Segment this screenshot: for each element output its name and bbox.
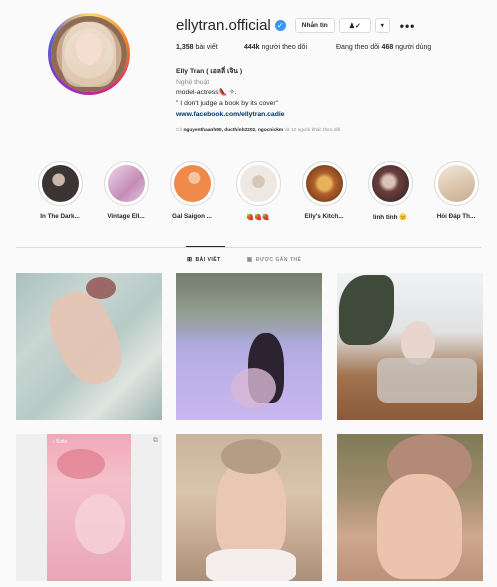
grid-icon: ⊞ (187, 257, 193, 263)
followed-by-suffix: và 10 người khác theo dõi (284, 128, 341, 133)
highlight-label: Elly's Kitch... (304, 213, 344, 220)
tab-tagged-label: ĐƯỢC GẮN THẺ (255, 256, 302, 263)
full-name: Elly Tran ( เอลลี่ เจิน ) (176, 68, 243, 75)
tab-posts[interactable]: ⊞ BÀI VIẾT (187, 256, 221, 264)
profile-avatar[interactable] (48, 13, 130, 95)
posts-label: bài viết (195, 44, 218, 51)
tagged-icon: ▣ (246, 257, 253, 263)
highlight-item[interactable]: In The Dark... (27, 161, 93, 221)
active-tab-indicator (186, 246, 225, 247)
highlight-cover (41, 165, 79, 202)
highlight-label: In The Dark... (40, 213, 80, 220)
post-thumbnail[interactable] (176, 273, 322, 420)
highlight-item[interactable]: linh tinh 😐 (357, 161, 423, 221)
post-thumbnail[interactable] (337, 273, 483, 420)
followers-count: 444k (244, 44, 260, 51)
highlight-cover (239, 165, 277, 202)
suggested-dropdown-button[interactable]: ▾ (374, 18, 390, 33)
following-stat[interactable]: Đang theo dõi 468 người dùng (336, 44, 431, 51)
highlight-label: linh tinh 😐 (372, 214, 408, 221)
post-thumbnail[interactable] (176, 434, 322, 581)
bio-line: model-actress👠 ✧. (176, 89, 237, 96)
highlight-label: Gal Saigon ... (172, 213, 212, 220)
message-button[interactable]: Nhắn tin (294, 18, 335, 33)
highlight-item[interactable]: Elly's Kitch... (291, 161, 357, 221)
followed-by[interactable]: Có nguyenthaanh90, ducthinh2202, ngocnic… (176, 128, 340, 133)
profile-tabs: ⊞ BÀI VIẾT ▣ ĐƯỢC GẮN THẺ (187, 256, 302, 264)
followed-by-prefix: Có (176, 128, 183, 133)
bio-quote: " I don't judge a book by its cover" (176, 99, 279, 107)
post-thumbnail[interactable]: ♪ Sofia ⧉ (16, 434, 162, 581)
highlight-item[interactable]: Gal Saigon ... (159, 161, 225, 221)
profile-header: ellytran.official ✓ Nhắn tin ♟✓ ▾ ••• (176, 17, 415, 34)
following-prefix: Đang theo dõi (336, 44, 380, 51)
highlight-item[interactable]: Vintage Ell... (93, 161, 159, 221)
highlight-item[interactable]: Hỏi Đáp Th... (423, 161, 489, 221)
post-thumbnail[interactable] (337, 434, 483, 581)
highlight-cover (437, 165, 475, 202)
verified-badge-icon: ✓ (274, 20, 286, 31)
highlight-label: 🍓🍓🍓 (246, 214, 270, 221)
profile-stats: 1,358 bài viết 444k người theo dõi Đang … (176, 44, 431, 51)
tab-tagged[interactable]: ▣ ĐƯỢC GẮN THẺ (246, 256, 302, 264)
username: ellytran.official (176, 17, 271, 34)
tabs-divider (16, 247, 481, 248)
posts-count: 1,358 (176, 44, 194, 51)
following-count: 468 (381, 44, 394, 51)
category-label: Nghệ thuật (176, 78, 210, 86)
reel-audio-label: ♪ Sofia (52, 439, 68, 445)
followed-by-names: nguyenthaanh90, ducthinh2202, ngocnickm (183, 128, 284, 133)
bio-link[interactable]: www.facebook.com/ellytran.cadie (176, 110, 285, 121)
highlight-item[interactable]: 🍓🍓🍓 (225, 161, 291, 221)
followers-label: người theo dõi (261, 44, 308, 51)
reel-icon: ⧉ (153, 437, 158, 444)
followers-stat[interactable]: 444k người theo dõi (244, 44, 336, 51)
highlight-cover (371, 165, 409, 202)
options-icon[interactable]: ••• (400, 20, 416, 32)
profile-bio: Elly Tran ( เอลลี่ เจิน ) Nghệ thuật mod… (176, 67, 285, 121)
story-highlights: In The Dark... Vintage Ell... Gal Saigon… (27, 161, 489, 221)
posts-stat: 1,358 bài viết (176, 44, 244, 51)
following-label: người dùng (395, 44, 432, 51)
avatar-image (51, 16, 127, 92)
following-button[interactable]: ♟✓ (338, 18, 371, 33)
highlight-cover (305, 165, 343, 202)
tab-posts-label: BÀI VIẾT (195, 256, 221, 263)
highlight-cover (173, 165, 211, 202)
post-thumbnail[interactable] (16, 273, 162, 420)
highlight-label: Vintage Ell... (107, 213, 145, 220)
highlight-label: Hỏi Đáp Th... (436, 213, 476, 220)
highlight-cover (107, 165, 145, 202)
